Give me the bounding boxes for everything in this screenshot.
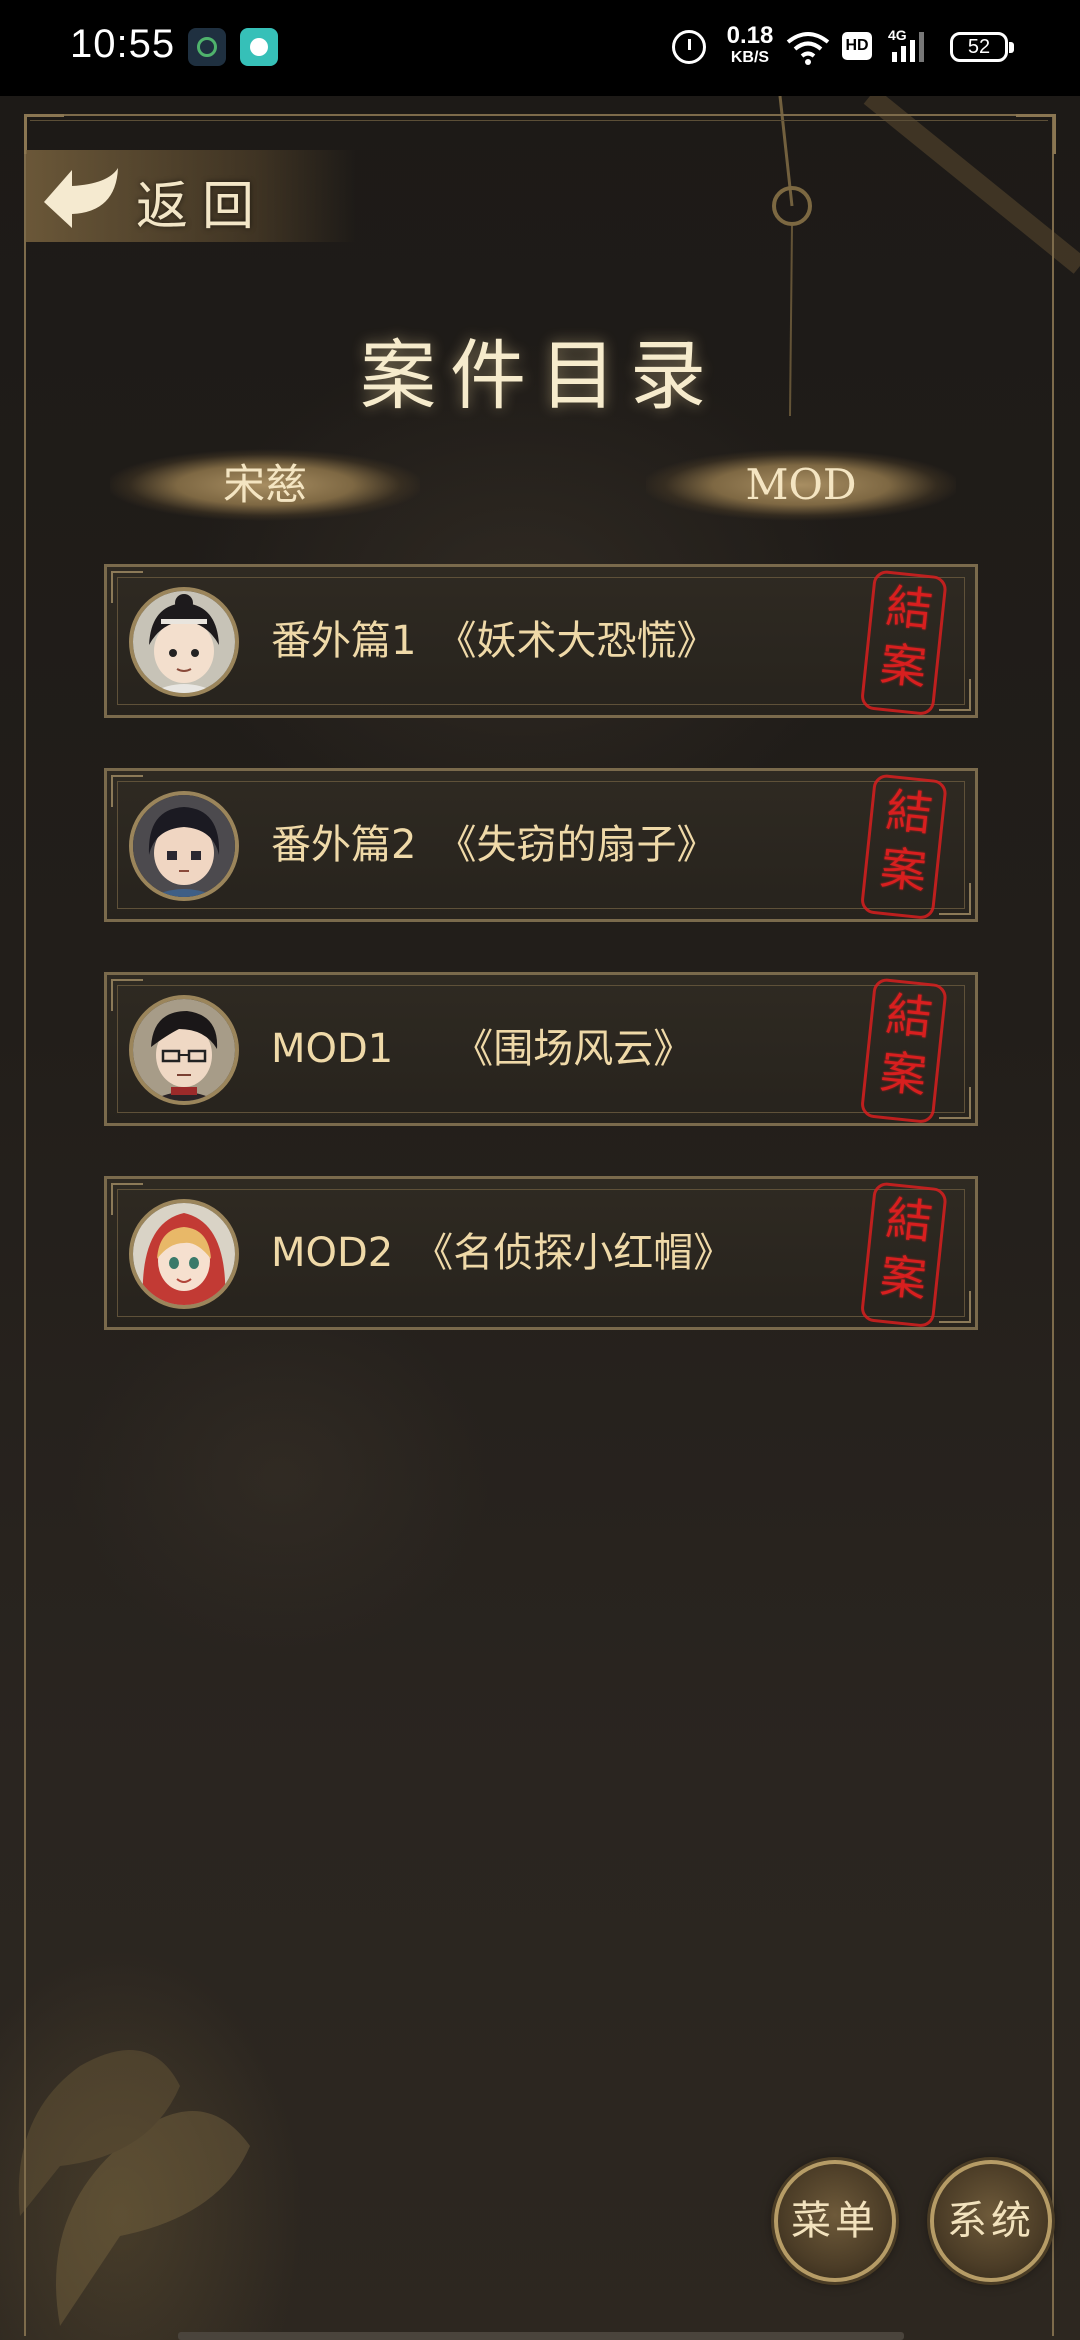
case-corner [111, 775, 143, 807]
status-time: 10:55 [70, 22, 176, 66]
closed-case-stamp: 結案 [865, 1176, 946, 1330]
back-arrow-icon [44, 168, 118, 228]
chat-app-icon [240, 28, 278, 66]
case-corner [939, 679, 971, 711]
avatar [129, 995, 239, 1105]
avatar [129, 791, 239, 901]
character-avatar-icon [133, 999, 235, 1101]
case-corner [939, 883, 971, 915]
battery-indicator: 52 [950, 32, 1014, 62]
wifi-icon [786, 32, 830, 65]
app-notification-icon [188, 28, 226, 66]
game-screen: 返回 案件目录 宋慈 MOD 番外篇1 《妖术大恐慌》 結案 番外篇2 《失窃的… [0, 96, 1080, 2340]
case-corner [111, 979, 143, 1011]
case-item-2[interactable]: 番外篇2 《失窃的扇子》 結案 [104, 768, 978, 922]
avatar [129, 587, 239, 697]
case-title: MOD1 《围场风云》 [271, 1026, 694, 1072]
closed-case-stamp: 結案 [865, 768, 946, 922]
case-item-4[interactable]: MOD2 《名侦探小红帽》 結案 [104, 1176, 978, 1330]
back-button[interactable]: 返回 [26, 150, 356, 242]
hd-badge: HD [842, 32, 872, 60]
case-corner [939, 1087, 971, 1119]
tab-songci[interactable]: 宋慈 [110, 448, 420, 522]
case-corner [939, 1291, 971, 1323]
case-corner [111, 1183, 143, 1215]
status-bar: 10:55 0.18 KB/S HD 4G 52 [0, 0, 1080, 96]
net-speed-unit: KB/S [730, 49, 770, 66]
closed-case-stamp: 結案 [865, 564, 946, 718]
signal-icon: 4G [888, 27, 924, 62]
back-label: 返回 [136, 177, 269, 237]
case-corner [111, 571, 143, 603]
page-title: 案件目录 [360, 331, 720, 420]
character-avatar-icon [133, 591, 235, 693]
case-item-3[interactable]: MOD1 《围场风云》 結案 [104, 972, 978, 1126]
case-title: MOD2 《名侦探小红帽》 [271, 1230, 734, 1276]
network-type: 4G [888, 27, 907, 43]
menu-button[interactable]: 菜单 [774, 2160, 896, 2282]
case-title: 番外篇1 《妖术大恐慌》 [271, 618, 717, 664]
tab-mod[interactable]: MOD [646, 448, 956, 522]
avatar [129, 1199, 239, 1309]
frame-corner [24, 114, 64, 154]
navigation-bar[interactable] [178, 2332, 904, 2340]
net-speed: 0.18 KB/S [720, 24, 780, 66]
alarm-icon [672, 30, 706, 64]
net-speed-value: 0.18 [726, 22, 774, 49]
closed-case-stamp: 結案 [865, 972, 946, 1126]
case-title: 番外篇2 《失窃的扇子》 [271, 822, 717, 868]
system-button[interactable]: 系统 [930, 2160, 1052, 2282]
case-item-1[interactable]: 番外篇1 《妖术大恐慌》 結案 [104, 564, 978, 718]
character-avatar-icon [133, 795, 235, 897]
frame-corner [1016, 114, 1056, 154]
character-avatar-icon [133, 1203, 235, 1305]
